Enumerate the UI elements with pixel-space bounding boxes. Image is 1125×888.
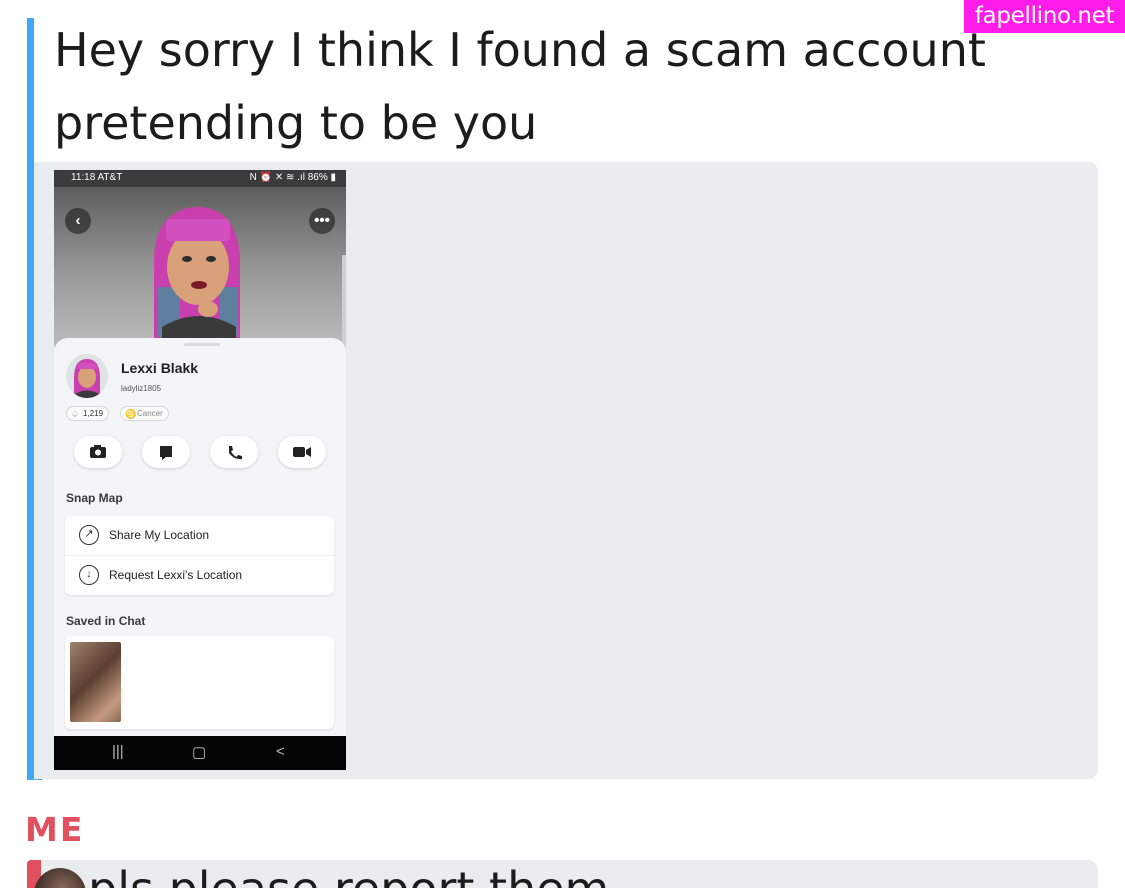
location-request-icon: ↓ (79, 565, 99, 585)
share-location-item[interactable]: ↗ Share My Location (65, 516, 334, 556)
avatar-icon (74, 359, 100, 398)
zodiac-badge[interactable]: ♋ Cancer (120, 406, 169, 421)
snap-score: 1,219 (83, 409, 104, 418)
chat-icon (160, 446, 172, 460)
request-location-item[interactable]: ↓ Request Lexxi's Location (65, 556, 334, 595)
snap-map-list: ↗ Share My Location ↓ Request Lexxi's Lo… (65, 516, 334, 595)
zodiac-label: Cancer (137, 409, 163, 418)
status-bar: 11:18 AT&T N ⏰ ✕ ≋ .ıl 86% ▮ (54, 170, 346, 187)
camera-icon (90, 445, 106, 458)
video-icon (293, 447, 311, 457)
back-button[interactable]: < (276, 743, 285, 760)
call-button[interactable] (210, 436, 258, 468)
saved-in-chat-title: Saved in Chat (66, 614, 146, 628)
message-text: Hey sorry I think I found a scam account… (54, 23, 986, 150)
avatar[interactable] (66, 354, 108, 398)
sender-label: ME (25, 810, 85, 849)
location-arrow-icon: ↗ (79, 525, 99, 545)
profile-hero: ‹ ••• (54, 187, 346, 365)
status-icons: N ⏰ ✕ ≋ .ıl 86% ▮ (249, 172, 336, 183)
status-time: 11:18 AT&T (71, 172, 123, 183)
video-button[interactable] (278, 436, 326, 468)
chat-page: fapellino.net Hey sorry I think I found … (0, 0, 1125, 888)
profile-username: ladyliz1805 (121, 384, 162, 393)
saved-media-thumbnail[interactable] (70, 642, 121, 722)
snap-map-title: Snap Map (66, 491, 123, 505)
home-button[interactable]: ▢ (192, 743, 206, 761)
share-location-label: Share My Location (109, 528, 210, 542)
bitmoji-avatar (153, 206, 240, 347)
ghost-icon: ♤ (71, 409, 80, 419)
profile-card: Lexxi Blakk ladyliz1805 ♤ 1,219 ♋ Cancer (54, 338, 346, 738)
saved-media-list (65, 636, 334, 729)
drag-handle[interactable] (184, 343, 220, 346)
phone-icon (229, 446, 242, 460)
recents-button[interactable]: ||| (112, 743, 124, 760)
attached-screenshot[interactable]: 11:18 AT&T N ⏰ ✕ ≋ .ıl 86% ▮ ‹ ••• Lexxi… (54, 170, 346, 770)
profile-name: Lexxi Blakk (121, 360, 199, 376)
android-nav-bar: ||| ▢ < (54, 736, 346, 770)
snap-score-badge: ♤ 1,219 (66, 406, 110, 421)
reply-message-text: pls please report them (88, 862, 609, 888)
chat-button[interactable] (142, 436, 190, 468)
camera-button[interactable] (74, 436, 122, 468)
request-location-label: Request Lexxi's Location (109, 568, 243, 582)
zodiac-icon: ♋ (125, 409, 137, 419)
